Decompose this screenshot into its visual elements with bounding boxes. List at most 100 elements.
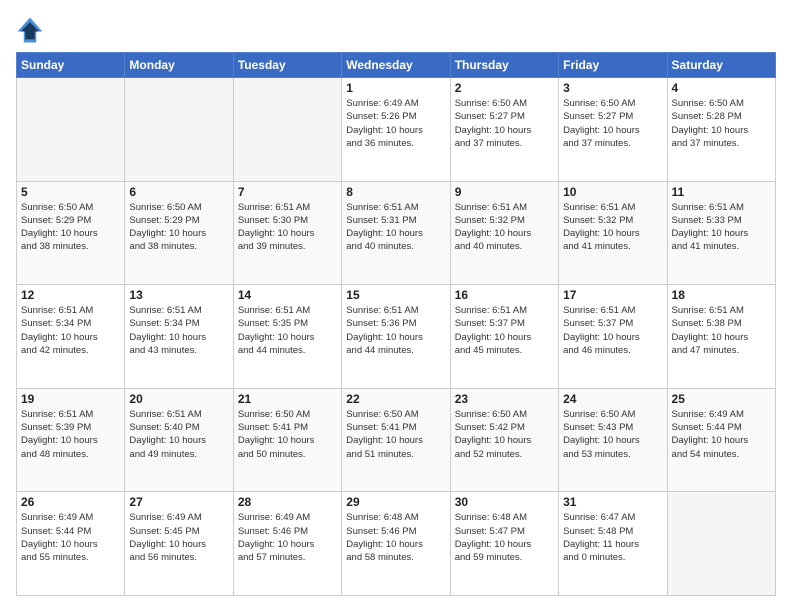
day-number: 14 [238,288,337,302]
day-info: Sunrise: 6:50 AM Sunset: 5:29 PM Dayligh… [129,201,228,254]
day-number: 27 [129,495,228,509]
calendar-cell: 18 Sunrise: 6:51 AM Sunset: 5:38 PM Dayli… [667,285,775,389]
calendar-cell: 2 Sunrise: 6:50 AM Sunset: 5:27 PM Daylig… [450,78,558,182]
calendar-cell: 5 Sunrise: 6:50 AM Sunset: 5:29 PM Daylig… [17,181,125,285]
day-info: Sunrise: 6:50 AM Sunset: 5:41 PM Dayligh… [238,408,337,461]
day-info: Sunrise: 6:50 AM Sunset: 5:27 PM Dayligh… [455,97,554,150]
calendar-cell: 31Sunrise: 6:47 AM Sunset: 5:48 PM Dayli… [559,492,667,596]
calendar-header-friday: Friday [559,53,667,78]
day-number: 5 [21,185,120,199]
calendar-cell: 16 Sunrise: 6:51 AM Sunset: 5:37 PM Dayli… [450,285,558,389]
page: SundayMondayTuesdayWednesdayThursdayFrid… [0,0,792,612]
day-info: Sunrise: 6:51 AM Sunset: 5:39 PM Dayligh… [21,408,120,461]
day-info: Sunrise: 6:49 AM Sunset: 5:44 PM Dayligh… [21,511,120,564]
day-info: Sunrise: 6:51 AM Sunset: 5:37 PM Dayligh… [563,304,662,357]
calendar-cell: 7 Sunrise: 6:51 AM Sunset: 5:30 PM Daylig… [233,181,341,285]
day-info: Sunrise: 6:49 AM Sunset: 5:45 PM Dayligh… [129,511,228,564]
calendar-week-3: 19 Sunrise: 6:51 AM Sunset: 5:39 PM Dayli… [17,388,776,492]
calendar-cell: 12 Sunrise: 6:51 AM Sunset: 5:34 PM Dayli… [17,285,125,389]
day-number: 26 [21,495,120,509]
calendar-week-1: 5 Sunrise: 6:50 AM Sunset: 5:29 PM Daylig… [17,181,776,285]
calendar-header-thursday: Thursday [450,53,558,78]
logo-icon [16,16,44,44]
day-number: 12 [21,288,120,302]
day-number: 19 [21,392,120,406]
day-info: Sunrise: 6:51 AM Sunset: 5:32 PM Dayligh… [563,201,662,254]
calendar-cell: 3 Sunrise: 6:50 AM Sunset: 5:27 PM Daylig… [559,78,667,182]
calendar-cell: 30Sunrise: 6:48 AM Sunset: 5:47 PM Dayli… [450,492,558,596]
calendar-cell: 10 Sunrise: 6:51 AM Sunset: 5:32 PM Dayli… [559,181,667,285]
day-info: Sunrise: 6:51 AM Sunset: 5:35 PM Dayligh… [238,304,337,357]
calendar-header-sunday: Sunday [17,53,125,78]
calendar-cell: 6 Sunrise: 6:50 AM Sunset: 5:29 PM Daylig… [125,181,233,285]
day-info: Sunrise: 6:51 AM Sunset: 5:30 PM Dayligh… [238,201,337,254]
day-info: Sunrise: 6:51 AM Sunset: 5:36 PM Dayligh… [346,304,445,357]
calendar-cell: 11Sunrise: 6:51 AM Sunset: 5:33 PM Dayli… [667,181,775,285]
day-number: 7 [238,185,337,199]
day-info: Sunrise: 6:49 AM Sunset: 5:46 PM Dayligh… [238,511,337,564]
logo [16,16,48,44]
day-info: Sunrise: 6:51 AM Sunset: 5:34 PM Dayligh… [129,304,228,357]
calendar-cell [667,492,775,596]
day-info: Sunrise: 6:50 AM Sunset: 5:29 PM Dayligh… [21,201,120,254]
day-number: 18 [672,288,771,302]
calendar-cell [125,78,233,182]
day-number: 16 [455,288,554,302]
day-number: 2 [455,81,554,95]
day-info: Sunrise: 6:48 AM Sunset: 5:46 PM Dayligh… [346,511,445,564]
day-info: Sunrise: 6:51 AM Sunset: 5:40 PM Dayligh… [129,408,228,461]
day-number: 15 [346,288,445,302]
calendar-cell: 14 Sunrise: 6:51 AM Sunset: 5:35 PM Dayli… [233,285,341,389]
day-info: Sunrise: 6:51 AM Sunset: 5:33 PM Dayligh… [672,201,771,254]
day-number: 13 [129,288,228,302]
calendar-cell: 13 Sunrise: 6:51 AM Sunset: 5:34 PM Dayli… [125,285,233,389]
day-info: Sunrise: 6:51 AM Sunset: 5:37 PM Dayligh… [455,304,554,357]
day-info: Sunrise: 6:50 AM Sunset: 5:28 PM Dayligh… [672,97,771,150]
calendar-week-2: 12 Sunrise: 6:51 AM Sunset: 5:34 PM Dayli… [17,285,776,389]
day-number: 21 [238,392,337,406]
calendar-table: SundayMondayTuesdayWednesdayThursdayFrid… [16,52,776,596]
day-number: 20 [129,392,228,406]
day-number: 31 [563,495,662,509]
calendar-cell: 1 Sunrise: 6:49 AM Sunset: 5:26 PM Daylig… [342,78,450,182]
calendar-cell: 23Sunrise: 6:50 AM Sunset: 5:42 PM Dayli… [450,388,558,492]
day-number: 6 [129,185,228,199]
day-number: 29 [346,495,445,509]
day-number: 10 [563,185,662,199]
calendar-week-0: 1 Sunrise: 6:49 AM Sunset: 5:26 PM Daylig… [17,78,776,182]
day-info: Sunrise: 6:50 AM Sunset: 5:43 PM Dayligh… [563,408,662,461]
day-number: 24 [563,392,662,406]
day-info: Sunrise: 6:49 AM Sunset: 5:26 PM Dayligh… [346,97,445,150]
calendar-cell: 27 Sunrise: 6:49 AM Sunset: 5:45 PM Dayli… [125,492,233,596]
day-info: Sunrise: 6:51 AM Sunset: 5:38 PM Dayligh… [672,304,771,357]
day-info: Sunrise: 6:50 AM Sunset: 5:27 PM Dayligh… [563,97,662,150]
calendar-cell: 28Sunrise: 6:49 AM Sunset: 5:46 PM Dayli… [233,492,341,596]
calendar-cell: 8 Sunrise: 6:51 AM Sunset: 5:31 PM Daylig… [342,181,450,285]
calendar-cell [233,78,341,182]
day-number: 17 [563,288,662,302]
calendar-cell: 17 Sunrise: 6:51 AM Sunset: 5:37 PM Dayli… [559,285,667,389]
day-info: Sunrise: 6:51 AM Sunset: 5:34 PM Dayligh… [21,304,120,357]
calendar-cell: 25 Sunrise: 6:49 AM Sunset: 5:44 PM Dayli… [667,388,775,492]
calendar-cell: 22 Sunrise: 6:50 AM Sunset: 5:41 PM Dayli… [342,388,450,492]
calendar-cell: 21 Sunrise: 6:50 AM Sunset: 5:41 PM Dayli… [233,388,341,492]
day-number: 3 [563,81,662,95]
calendar-header-row: SundayMondayTuesdayWednesdayThursdayFrid… [17,53,776,78]
day-number: 9 [455,185,554,199]
day-number: 1 [346,81,445,95]
day-info: Sunrise: 6:49 AM Sunset: 5:44 PM Dayligh… [672,408,771,461]
day-info: Sunrise: 6:50 AM Sunset: 5:41 PM Dayligh… [346,408,445,461]
calendar-header-wednesday: Wednesday [342,53,450,78]
day-info: Sunrise: 6:51 AM Sunset: 5:31 PM Dayligh… [346,201,445,254]
calendar-cell: 4Sunrise: 6:50 AM Sunset: 5:28 PM Daylig… [667,78,775,182]
calendar-header-saturday: Saturday [667,53,775,78]
day-info: Sunrise: 6:50 AM Sunset: 5:42 PM Dayligh… [455,408,554,461]
calendar-cell: 19 Sunrise: 6:51 AM Sunset: 5:39 PM Dayli… [17,388,125,492]
day-number: 8 [346,185,445,199]
day-number: 25 [672,392,771,406]
calendar-cell: 29 Sunrise: 6:48 AM Sunset: 5:46 PM Dayli… [342,492,450,596]
calendar-header-tuesday: Tuesday [233,53,341,78]
day-number: 22 [346,392,445,406]
calendar-cell: 20 Sunrise: 6:51 AM Sunset: 5:40 PM Dayli… [125,388,233,492]
day-info: Sunrise: 6:51 AM Sunset: 5:32 PM Dayligh… [455,201,554,254]
